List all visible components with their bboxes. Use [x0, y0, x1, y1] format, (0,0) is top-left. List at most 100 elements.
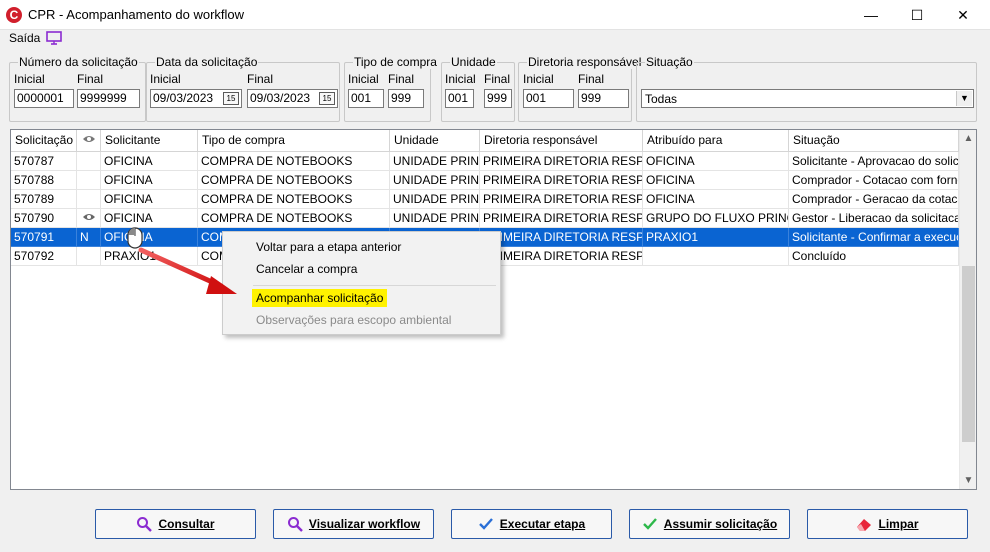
assumir-solicitacao-button[interactable]: Assumir solicitação [629, 509, 790, 539]
column-header-solicitante[interactable]: Solicitante [101, 130, 198, 152]
cell-diretoria: PRIMEIRA DIRETORIA RESP... [480, 171, 643, 190]
group-legend: Situação [645, 55, 694, 69]
numero-final-input[interactable]: 9999999 [77, 89, 140, 108]
menu-item-cancelar-compra[interactable]: Cancelar a compra [225, 260, 498, 280]
diretoria-inicial-input[interactable]: 001 [523, 89, 574, 108]
menu-item-acompanhar-solicitacao[interactable]: Acompanhar solicitação [225, 289, 498, 309]
cell-solicitacao: 570791 [11, 228, 77, 247]
search-icon [287, 517, 303, 532]
table-row[interactable]: 570788 OFICINA COMPRA DE NOTEBOOKS UNIDADE … [11, 171, 959, 190]
title-bar: C CPR - Acompanhamento do workflow — ☐ ✕ [0, 0, 990, 30]
monitor-icon[interactable] [46, 31, 62, 45]
menu-item-voltar-etapa[interactable]: Voltar para a etapa anterior [225, 238, 498, 258]
group-tipo-compra: Tipo de compra Inicial Final 001 999 [344, 55, 438, 122]
column-header-atribuido[interactable]: Atribuído para [643, 130, 789, 152]
unidade-final-input[interactable]: 999 [484, 89, 512, 108]
group-numero-solicitacao: Número da solicitação Inicial Final 0000… [9, 55, 146, 122]
label-final: Final [77, 72, 104, 86]
cell-unidade: UNIDADE PRIN... [390, 209, 480, 228]
label-final: Final [484, 72, 511, 86]
numero-inicial-input[interactable]: 0000001 [14, 89, 74, 108]
check-icon [478, 518, 493, 530]
menu-separator [253, 285, 496, 286]
menu-saida[interactable]: Saída [9, 31, 40, 45]
cell-situacao: Solicitante - Confirmar a execuca... [789, 228, 959, 247]
eye-icon [82, 136, 95, 142]
cell-situacao: Concluído [789, 247, 959, 266]
cell-situacao: Solicitante - Aprovacao do solicit... [789, 152, 959, 171]
limpar-label: Limpar [878, 517, 919, 531]
cell-solicitacao: 570790 [11, 209, 77, 228]
column-header-tipo-compra[interactable]: Tipo de compra [198, 130, 390, 152]
close-button[interactable]: ✕ [940, 0, 986, 30]
cell-solicitante: OFICINA [101, 171, 198, 190]
dropdown-arrow-icon[interactable]: ▼ [956, 91, 972, 106]
label-inicial: Inicial [348, 72, 379, 86]
context-menu: Voltar para a etapa anterior Cancelar a … [222, 231, 501, 335]
column-header-unidade[interactable]: Unidade [390, 130, 480, 152]
visualizar-label: Visualizar workflow [308, 517, 421, 531]
executar-label: Executar etapa [499, 517, 586, 531]
group-legend: Data da solicitação [155, 55, 259, 69]
limpar-button[interactable]: Limpar [807, 509, 968, 539]
column-header-viewed[interactable] [77, 130, 101, 152]
consultar-button[interactable]: Consultar [95, 509, 256, 539]
group-situacao: Situação Todas ▼ [636, 55, 977, 122]
situacao-select[interactable]: Todas ▼ [641, 89, 974, 108]
scroll-up-icon[interactable]: ▲ [960, 130, 976, 147]
column-header-diretoria[interactable]: Diretoria responsável [480, 130, 643, 152]
tipo-final-input[interactable]: 999 [388, 89, 424, 108]
column-header-situacao[interactable]: Situação [789, 130, 959, 152]
group-diretoria-responsavel: Diretoria responsável Inicial Final 001 … [518, 55, 643, 122]
cell-situacao: Gestor - Liberacao da solicitacao ... [789, 209, 959, 228]
consultar-label: Consultar [158, 517, 215, 531]
group-data-solicitacao: Data da solicitação Inicial Final 09/03/… [146, 55, 340, 122]
visualizar-workflow-button[interactable]: Visualizar workflow [273, 509, 434, 539]
calendar-icon[interactable]: 15 [319, 92, 335, 105]
unidade-inicial-input[interactable]: 001 [445, 89, 474, 108]
cell-diretoria: PRIMEIRA DIRETORIA RESP... [480, 190, 643, 209]
cell-solicitacao: 570788 [11, 171, 77, 190]
cell-atribuido: OFICINA [643, 190, 789, 209]
cell-atribuido: OFICINA [643, 171, 789, 190]
table-row[interactable]: 570787 OFICINA COMPRA DE NOTEBOOKS UNIDADE … [11, 152, 959, 171]
label-inicial: Inicial [445, 72, 476, 86]
cell-viewed [77, 171, 101, 190]
window-title: CPR - Acompanhamento do workflow [28, 7, 245, 22]
column-header-solicitacao[interactable]: Solicitação [11, 130, 77, 152]
eye-icon [82, 214, 95, 220]
cell-atribuido: PRAXIO1 [643, 228, 789, 247]
label-final: Final [247, 72, 274, 86]
table-row[interactable]: 570789 OFICINA COMPRA DE NOTEBOOKS UNIDADE … [11, 190, 959, 209]
cell-unidade: UNIDADE PRIN... [390, 171, 480, 190]
menu-item-observacoes-escopo: Observações para escopo ambiental [256, 313, 452, 327]
scroll-thumb[interactable] [962, 266, 975, 442]
scroll-down-icon[interactable]: ▼ [960, 472, 976, 489]
cell-viewed [77, 152, 101, 171]
tipo-inicial-input[interactable]: 001 [348, 89, 384, 108]
cell-viewed [77, 247, 101, 266]
maximize-button[interactable]: ☐ [894, 0, 940, 30]
situacao-selected-value: Todas [645, 92, 678, 106]
mouse-cursor-icon [127, 227, 143, 249]
cell-viewed: N [77, 228, 101, 247]
cell-tipo-compra: COMPRA DE NOTEBOOKS [198, 171, 390, 190]
calendar-icon[interactable]: 15 [223, 92, 239, 105]
cell-viewed [77, 190, 101, 209]
executar-etapa-button[interactable]: Executar etapa [451, 509, 612, 539]
cell-situacao: Comprador - Cotacao com fornec... [789, 171, 959, 190]
group-legend: Tipo de compra [353, 55, 438, 69]
diretoria-final-input[interactable]: 999 [578, 89, 629, 108]
vertical-scrollbar[interactable]: ▲ ▼ [959, 130, 976, 489]
cell-diretoria: PRIMEIRA DIRETORIA RESP... [480, 209, 643, 228]
check-icon [642, 518, 657, 530]
cell-atribuido [643, 247, 789, 266]
cell-atribuido: OFICINA [643, 152, 789, 171]
cell-diretoria: PRIMEIRA DIRETORIA RESP... [480, 228, 643, 247]
minimize-button[interactable]: — [848, 0, 894, 30]
app-logo-icon: C [6, 7, 22, 23]
group-legend: Diretoria responsável [527, 55, 643, 69]
cell-diretoria: PRIMEIRA DIRETORIA RESP... [480, 152, 643, 171]
search-icon [137, 517, 153, 532]
cell-unidade: UNIDADE PRIN... [390, 190, 480, 209]
